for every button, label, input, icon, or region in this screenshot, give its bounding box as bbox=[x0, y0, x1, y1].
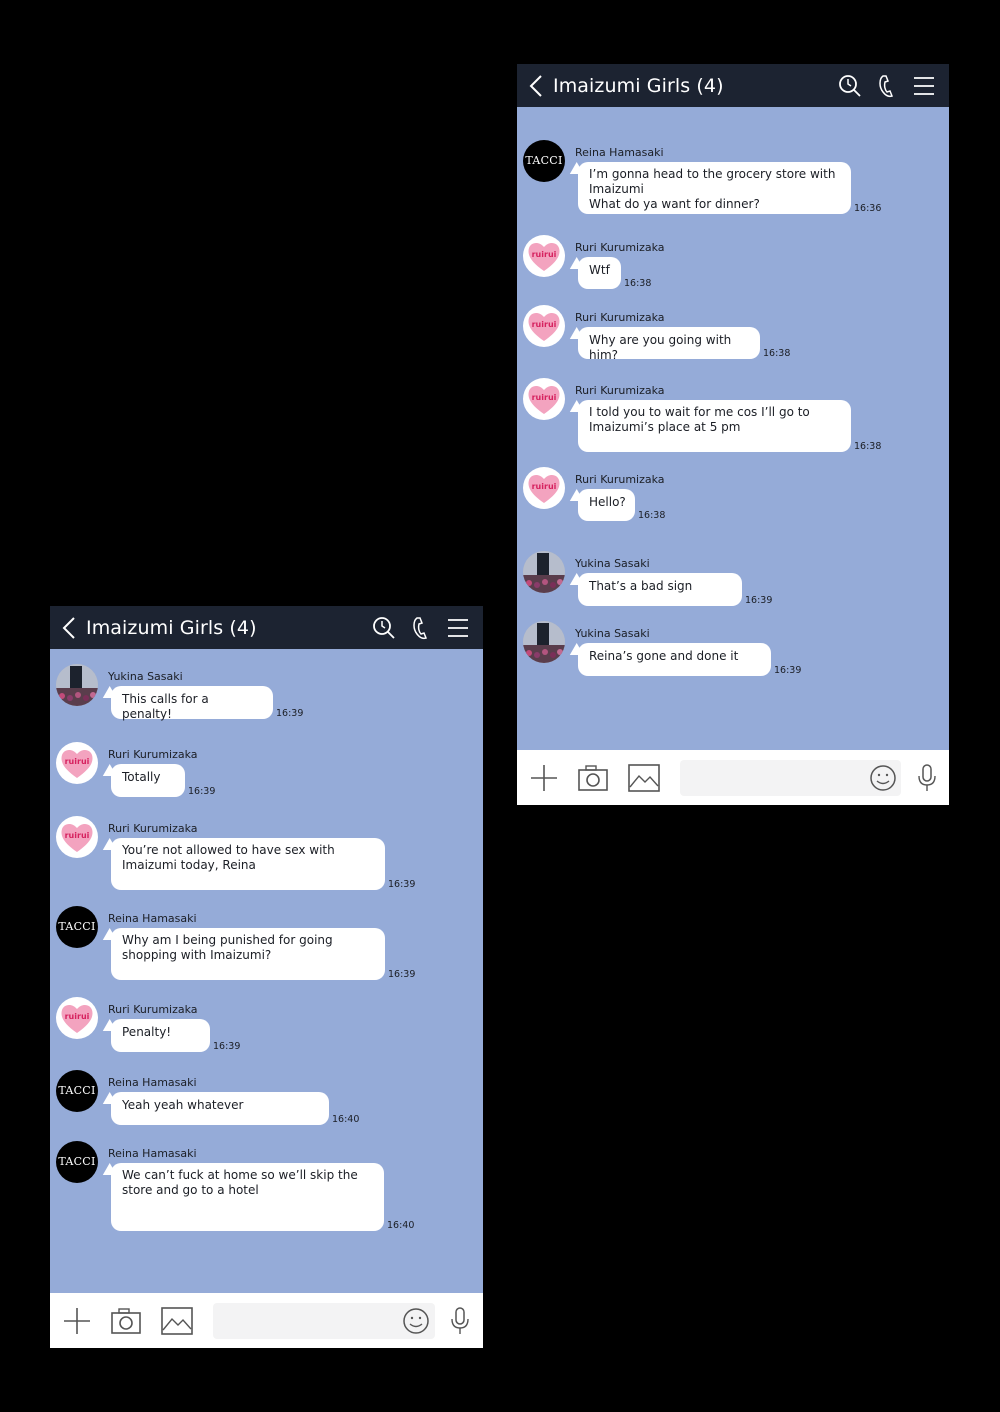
image-icon[interactable] bbox=[627, 763, 661, 793]
sender-name: Reina Hamasaki bbox=[108, 1147, 197, 1160]
sender-name: Ruri Kurumizaka bbox=[575, 384, 665, 397]
menu-icon[interactable] bbox=[445, 615, 471, 641]
avatar[interactable]: ruirui bbox=[523, 305, 565, 347]
message-bubble[interactable]: You’re not allowed to have sex with Imai… bbox=[111, 838, 385, 890]
message-bubble[interactable]: Penalty! bbox=[111, 1019, 210, 1052]
message-time: 16:39 bbox=[388, 879, 416, 890]
smiley-icon[interactable] bbox=[866, 763, 900, 793]
sender-name: Reina Hamasaki bbox=[108, 912, 197, 925]
chevron-left-icon[interactable] bbox=[527, 73, 545, 99]
message-time: 16:39 bbox=[213, 1041, 241, 1052]
search-icon[interactable] bbox=[371, 615, 397, 641]
message-bubble[interactable]: Yeah yeah whatever bbox=[111, 1092, 329, 1125]
image-icon[interactable] bbox=[160, 1306, 194, 1336]
avatar[interactable]: TACCI bbox=[523, 140, 565, 182]
message-bubble[interactable]: Reina’s gone and done it bbox=[578, 643, 771, 676]
plus-icon[interactable] bbox=[527, 763, 561, 793]
svg-text:ruirui: ruirui bbox=[532, 320, 557, 329]
avatar[interactable]: ruirui bbox=[523, 235, 565, 277]
svg-text:ruirui: ruirui bbox=[532, 250, 557, 259]
phone-icon[interactable] bbox=[874, 73, 900, 99]
camera-icon[interactable] bbox=[576, 763, 610, 793]
chat-screen-1: Imaizumi Girls (4) TACCI Reina Hamasaki I’… bbox=[517, 64, 949, 805]
message-bubble[interactable]: Totally bbox=[111, 764, 185, 797]
sender-name: Ruri Kurumizaka bbox=[108, 822, 198, 835]
sender-name: Ruri Kurumizaka bbox=[108, 1003, 198, 1016]
message-bubble[interactable]: Why am I being punished for going shoppi… bbox=[111, 928, 385, 980]
microphone-icon[interactable] bbox=[910, 763, 944, 793]
plus-icon[interactable] bbox=[60, 1306, 94, 1336]
message-bubble[interactable]: Hello? bbox=[578, 489, 635, 521]
svg-text:ruirui: ruirui bbox=[65, 831, 90, 840]
svg-text:ruirui: ruirui bbox=[65, 1012, 90, 1021]
search-icon[interactable] bbox=[837, 73, 863, 99]
avatar[interactable]: ruirui bbox=[523, 378, 565, 420]
message-time: 16:39 bbox=[276, 708, 304, 719]
message-time: 16:38 bbox=[624, 278, 652, 289]
avatar[interactable] bbox=[56, 664, 98, 706]
sender-name: Yukina Sasaki bbox=[108, 670, 183, 683]
camera-icon[interactable] bbox=[109, 1306, 143, 1336]
chat-title: Imaizumi Girls (4) bbox=[86, 617, 257, 639]
avatar[interactable]: ruirui bbox=[56, 742, 98, 784]
chat-title: Imaizumi Girls (4) bbox=[553, 75, 724, 97]
message-time: 16:39 bbox=[774, 665, 802, 676]
message-bubble[interactable]: Why are you going with him? bbox=[578, 327, 760, 362]
message-time: 16:38 bbox=[763, 348, 791, 359]
avatar[interactable]: ruirui bbox=[523, 467, 565, 509]
sender-name: Yukina Sasaki bbox=[575, 557, 650, 570]
message-time: 16:39 bbox=[188, 786, 216, 797]
chat-input-bar bbox=[517, 750, 949, 805]
message-bubble[interactable]: This calls for a penalty! bbox=[111, 686, 273, 721]
avatar[interactable]: TACCI bbox=[56, 906, 98, 948]
avatar[interactable]: TACCI bbox=[56, 1141, 98, 1183]
chevron-left-icon[interactable] bbox=[60, 615, 78, 641]
avatar[interactable]: ruirui bbox=[56, 997, 98, 1039]
chat-header: Imaizumi Girls (4) bbox=[50, 606, 483, 649]
message-time: 16:38 bbox=[854, 441, 882, 452]
sender-name: Ruri Kurumizaka bbox=[575, 241, 665, 254]
avatar[interactable]: TACCI bbox=[56, 1070, 98, 1112]
svg-text:ruirui: ruirui bbox=[532, 482, 557, 491]
sender-name: Ruri Kurumizaka bbox=[108, 748, 198, 761]
sender-name: Ruri Kurumizaka bbox=[575, 311, 665, 324]
microphone-icon[interactable] bbox=[443, 1306, 477, 1336]
sender-name: Ruri Kurumizaka bbox=[575, 473, 665, 486]
avatar[interactable] bbox=[523, 621, 565, 663]
menu-icon[interactable] bbox=[911, 73, 937, 99]
svg-text:ruirui: ruirui bbox=[532, 393, 557, 402]
sender-name: Reina Hamasaki bbox=[575, 146, 664, 159]
message-time: 16:40 bbox=[387, 1220, 415, 1231]
message-bubble[interactable]: That’s a bad sign bbox=[578, 573, 742, 606]
message-bubble[interactable]: I told you to wait for me cos I’ll go to… bbox=[578, 400, 851, 452]
message-time: 16:39 bbox=[745, 595, 773, 606]
message-time: 16:39 bbox=[388, 969, 416, 980]
chat-screen-2: Imaizumi Girls (4) Yukina Sasaki This cal… bbox=[50, 606, 483, 1348]
message-time: 16:36 bbox=[854, 203, 882, 214]
sender-name: Yukina Sasaki bbox=[575, 627, 650, 640]
avatar[interactable]: ruirui bbox=[56, 816, 98, 858]
chat-header: Imaizumi Girls (4) bbox=[517, 64, 949, 107]
svg-text:ruirui: ruirui bbox=[65, 757, 90, 766]
sender-name: Reina Hamasaki bbox=[108, 1076, 197, 1089]
phone-icon[interactable] bbox=[408, 615, 434, 641]
message-bubble[interactable]: I’m gonna head to the grocery store with… bbox=[578, 162, 851, 214]
message-time: 16:38 bbox=[638, 510, 666, 521]
message-time: 16:40 bbox=[332, 1114, 360, 1125]
smiley-icon[interactable] bbox=[399, 1306, 433, 1336]
message-bubble[interactable]: We can’t fuck at home so we’ll skip the … bbox=[111, 1163, 384, 1231]
message-bubble[interactable]: Wtf bbox=[578, 257, 621, 289]
avatar[interactable] bbox=[523, 551, 565, 593]
chat-input-bar bbox=[50, 1293, 483, 1348]
